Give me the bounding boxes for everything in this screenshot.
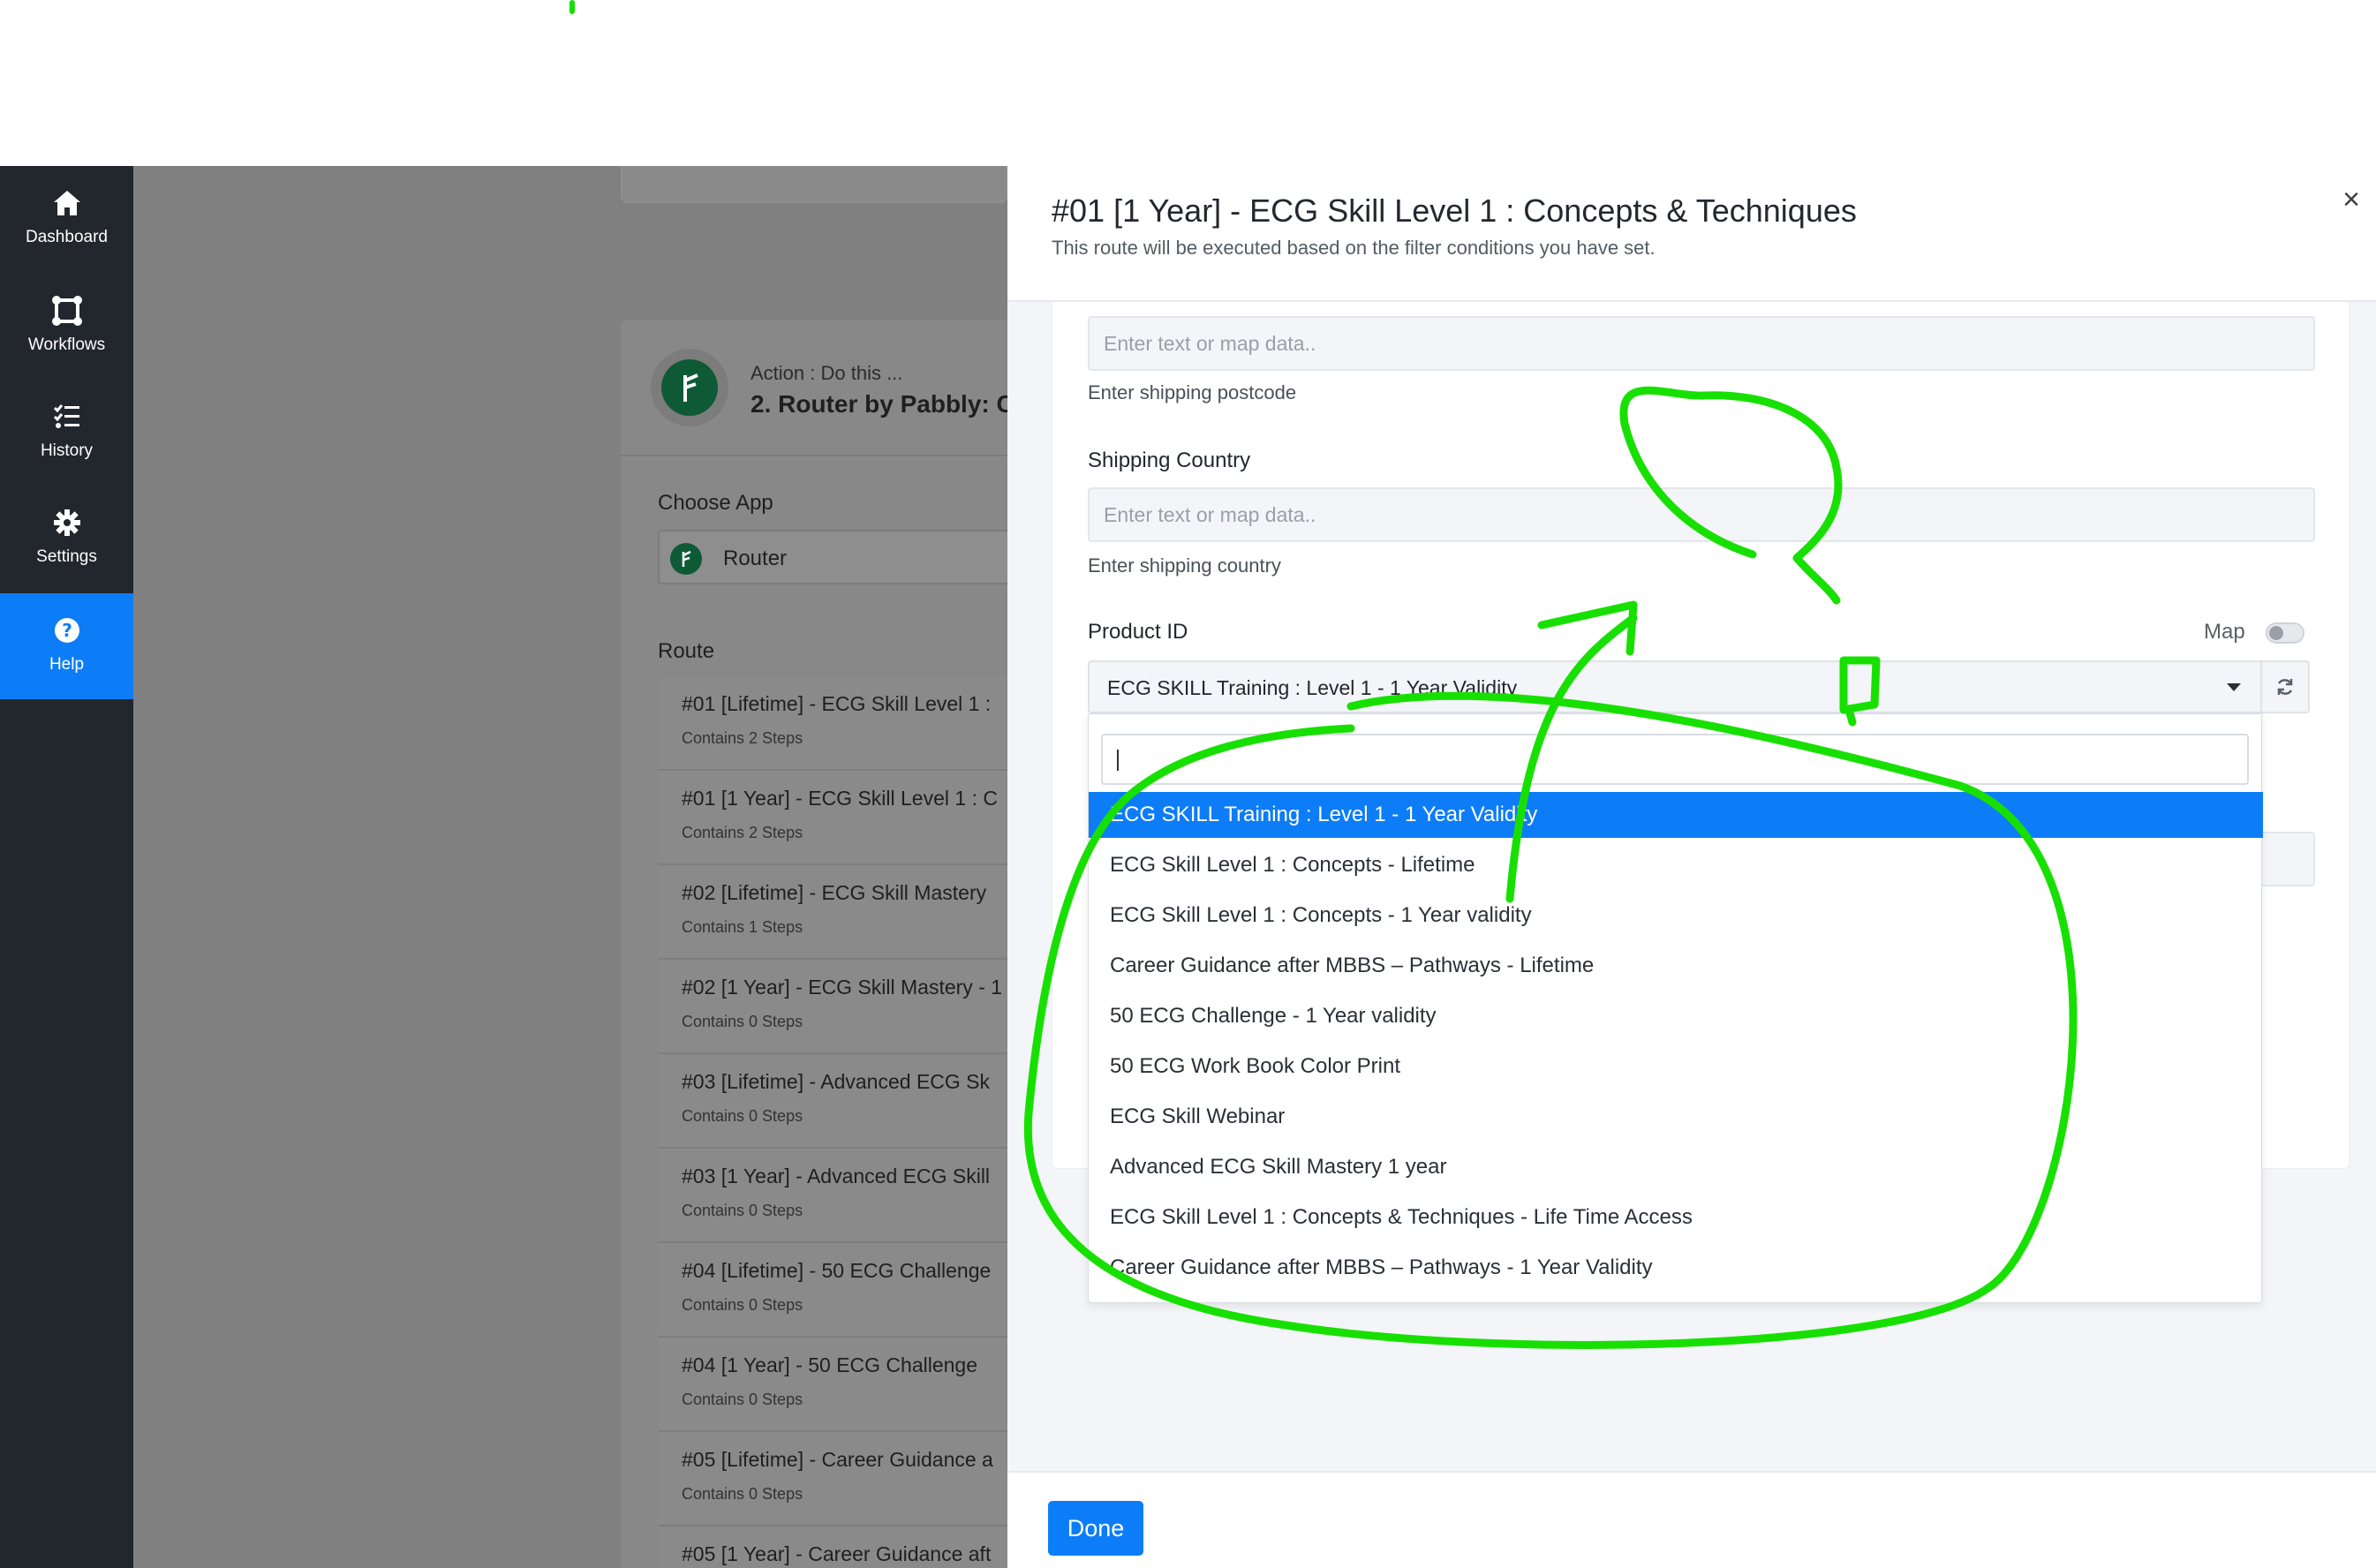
sidebar-item-help[interactable]: ? Help [0,593,133,699]
toggle-knob [2269,626,2283,640]
route-label: Route [658,639,715,663]
sidebar-item-label: Help [49,655,85,674]
route-name: #01 [1 Year] - ECG Skill Level 1 : C [682,787,998,810]
route-item[interactable]: #05 [1 Year] - Career Guidance aft [658,1527,1007,1568]
route-name: #05 [Lifetime] - Career Guidance a [682,1448,993,1471]
sidebar-item-settings[interactable]: Settings [0,486,133,592]
route-item[interactable]: #01 [1 Year] - ECG Skill Level 1 : C Cont… [658,771,1007,865]
modal-title: #01 [1 Year] - ECG Skill Level 1 : Conce… [1052,192,1857,229]
shipping-country-label: Shipping Country [1088,449,1251,472]
dropdown-option[interactable]: ECG Skill Level 1 : Concepts - Lifetime [1089,842,2263,888]
route-steps: Contains 0 Steps [682,1391,803,1408]
route-item[interactable]: #02 [1 Year] - ECG Skill Mastery - 1 Cont… [658,960,1007,1054]
route-name: #02 [Lifetime] - ECG Skill Mastery [682,881,987,904]
workflows-icon [0,293,133,328]
product-id-dropdown: ECG SKILL Training : Level 1 - 1 Year Va… [1088,713,2263,1303]
dropdown-option[interactable]: Career Guidance after MBBS – Pathways - … [1089,1245,2263,1291]
refresh-icon [2277,679,2293,695]
route-item[interactable]: #03 [Lifetime] - Advanced ECG Sk Contains… [658,1054,1007,1149]
route-steps: Contains 2 Steps [682,729,803,747]
sidebar-item-dashboard[interactable]: Dashboard [0,166,133,272]
route-item[interactable]: #02 [Lifetime] - ECG Skill Mastery Contai… [658,865,1007,960]
shipping-postcode-help: Enter shipping postcode [1088,381,1297,403]
background-card [621,166,1007,203]
choose-app-label: Choose App [658,491,773,515]
router-app-avatar [651,349,728,426]
route-steps: Contains 1 Steps [682,918,803,936]
dropdown-option[interactable]: ECG Skill Level 1 : Concepts & Technique… [1089,1195,2263,1240]
dropdown-search-input[interactable] [1101,734,2249,785]
sidebar-item-label: History [40,441,94,460]
product-id-selected-value: ECG SKILL Training : Level 1 - 1 Year Va… [1107,676,1518,699]
chevron-down-icon [2227,683,2241,691]
shipping-postcode-input[interactable]: Enter text or map data.. [1088,316,2315,371]
choose-app-value: Router [723,547,788,570]
annotation-tick-mark [569,0,575,14]
route-name: #05 [1 Year] - Career Guidance aft [682,1542,992,1565]
route-steps: Contains 0 Steps [682,1013,803,1030]
route-steps: Contains 0 Steps [682,1107,803,1125]
done-button[interactable]: Done [1048,1501,1143,1556]
hidden-field-input-edge [2262,832,2315,886]
dropdown-option[interactable]: ECG SKILL Training : Level 1 - 1 Year Va… [1089,792,2263,838]
dropdown-option[interactable]: ECG Skill Webinar [1089,1094,2263,1140]
route-name: #03 [1 Year] - Advanced ECG Skill [682,1165,991,1187]
gear-icon [0,505,133,540]
dropdown-option[interactable]: 50 ECG Work Book Color Print [1089,1044,2263,1089]
route-steps: Contains 0 Steps [682,1296,803,1314]
route-steps: Contains 0 Steps [682,1202,803,1219]
modal-subtitle: This route will be executed based on the… [1052,237,1656,259]
dropdown-option[interactable]: Advanced ECG Skill Mastery 1 year [1089,1144,2263,1190]
home-icon [0,185,133,221]
route-list: #01 [Lifetime] - ECG Skill Level 1 : Cont… [658,676,1007,1568]
close-icon[interactable]: × [2335,183,2367,216]
action-step-label: Action : Do this ... [751,362,903,384]
product-id-label: Product ID [1088,620,1188,644]
route-name: #04 [Lifetime] - 50 ECG Challenge [682,1259,992,1282]
action-step-title: 2. Router by Pabbly: C [751,390,1007,418]
text-cursor [1117,750,1119,771]
router-icon [670,543,702,575]
dropdown-option[interactable]: Career Guidance after MBBS – Pathways - … [1089,943,2263,989]
refresh-button[interactable] [2262,660,2310,713]
sidebar-item-label: Workflows [27,335,106,354]
route-name: #01 [Lifetime] - ECG Skill Level 1 : [682,692,992,715]
route-name: #03 [Lifetime] - Advanced ECG Sk [682,1070,991,1093]
route-item[interactable]: #04 [Lifetime] - 50 ECG Challenge Contain… [658,1243,1007,1338]
sidebar-item-label: Settings [36,547,97,566]
route-name: #04 [1 Year] - 50 ECG Challenge [682,1353,978,1376]
route-name: #02 [1 Year] - ECG Skill Mastery - 1 [682,976,1003,999]
route-item[interactable]: #01 [Lifetime] - ECG Skill Level 1 : Cont… [658,676,1007,771]
route-item[interactable]: #04 [1 Year] - 50 ECG Challenge Contains … [658,1338,1007,1432]
sidebar-item-label: Dashboard [26,228,108,246]
sidebar-item-workflows[interactable]: Workflows [0,274,133,380]
modal-header: #01 [1 Year] - ECG Skill Level 1 : Conce… [1007,166,2376,302]
top-blank-area [0,0,2376,166]
shipping-country-input[interactable]: Enter text or map data.. [1088,487,2315,542]
sidebar-item-history[interactable]: History [0,380,133,486]
modal-footer: Done [1007,1471,2376,1568]
route-steps: Contains 0 Steps [682,1485,803,1503]
shipping-country-help: Enter shipping country [1088,554,1281,577]
svg-text:?: ? [62,620,72,641]
help-circle-icon: ? [0,613,133,648]
dropdown-option[interactable]: ECG Skill Level 1 : Concepts - 1 Year va… [1089,893,2263,939]
route-steps: Contains 2 Steps [682,824,803,841]
history-list-icon [0,399,133,434]
map-toggle[interactable] [2266,622,2304,644]
dropdown-option[interactable]: 50 ECG Challenge - 1 Year validity [1089,993,2263,1039]
product-id-select[interactable]: ECG SKILL Training : Level 1 - 1 Year Va… [1088,660,2262,713]
route-item[interactable]: #03 [1 Year] - Advanced ECG Skill Contain… [658,1149,1007,1243]
router-icon [661,359,718,416]
choose-app-select[interactable]: Router [658,530,1007,584]
route-item[interactable]: #05 [Lifetime] - Career Guidance a Contai… [658,1432,1007,1527]
sidebar: Dashboard Workflows History Settings ? H… [0,166,133,1568]
map-toggle-label: Map [2204,620,2245,644]
